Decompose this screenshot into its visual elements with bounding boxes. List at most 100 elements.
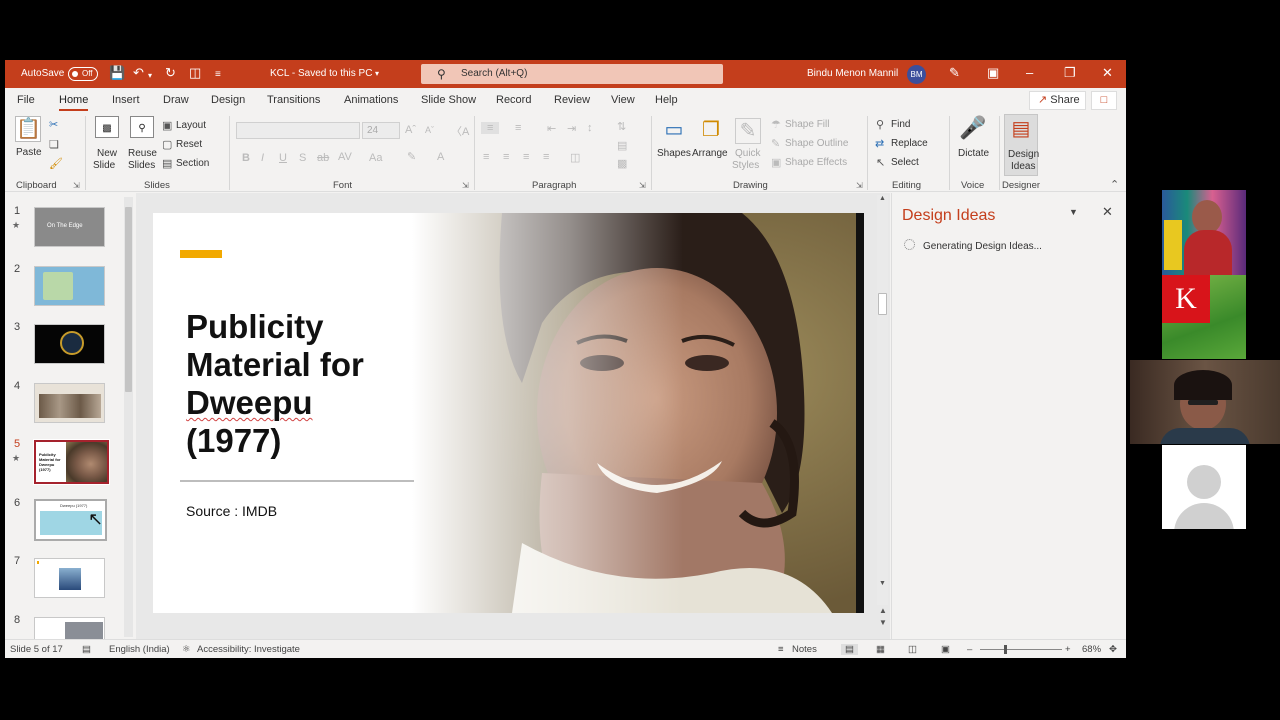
tab-view[interactable]: View	[611, 94, 635, 106]
shape-effects-icon[interactable]: ▣	[771, 156, 781, 169]
shapes-icon[interactable]: ▭	[661, 118, 687, 144]
comments-icon[interactable]: □	[1091, 91, 1117, 110]
collapse-ribbon-icon[interactable]: ⌃	[1110, 178, 1119, 191]
align-left-icon[interactable]: ≡	[483, 151, 489, 163]
quick-styles-label-2[interactable]: Styles	[732, 160, 759, 171]
reading-view-icon[interactable]: ◫	[908, 644, 917, 655]
section-button[interactable]: Section	[176, 158, 209, 169]
shape-effects-button[interactable]: Shape Effects	[785, 157, 847, 168]
columns-icon[interactable]: ◫	[570, 151, 580, 164]
microphone-icon[interactable]: 🎤	[959, 116, 986, 144]
thumb-slide-3[interactable]	[34, 324, 105, 364]
pane-close-icon[interactable]: ✕	[1102, 204, 1113, 220]
accessibility-status[interactable]: Accessibility: Investigate	[197, 644, 300, 655]
cut-icon[interactable]: ✂	[49, 118, 58, 131]
shadow-icon[interactable]: S	[299, 152, 306, 164]
bullets-icon[interactable]: ≡	[481, 122, 500, 134]
dictate-label[interactable]: Dictate	[958, 148, 989, 159]
save-icon[interactable]: 💾	[109, 66, 125, 80]
numbering-icon[interactable]: ≡	[515, 122, 521, 134]
design-ideas-button[interactable]: ▤ Design Ideas	[1004, 114, 1039, 176]
undo-dropdown-icon[interactable]: ▾	[148, 69, 152, 83]
copy-icon[interactable]: ❏	[49, 138, 59, 151]
zoom-slider[interactable]	[980, 649, 1062, 650]
highlight-icon[interactable]: ✎	[407, 150, 416, 163]
font-name-combo[interactable]	[236, 122, 360, 139]
text-direction-icon[interactable]: ⇅	[617, 120, 626, 133]
spelling-icon[interactable]: ▤	[82, 644, 91, 655]
tab-design[interactable]: Design	[211, 94, 245, 106]
thumb-slide-4[interactable]	[34, 383, 105, 423]
share-button[interactable]: ↗ Share	[1029, 91, 1086, 110]
section-icon[interactable]: ▤	[162, 157, 172, 170]
notes-button[interactable]: Notes	[792, 644, 817, 655]
search-box[interactable]: ⚲ Search (Alt+Q)	[421, 64, 723, 84]
tab-home[interactable]: Home	[59, 94, 89, 111]
justify-icon[interactable]: ≡	[543, 151, 549, 163]
user-avatar[interactable]: BM	[907, 65, 926, 84]
decrease-font-icon[interactable]: Aˇ	[425, 125, 434, 135]
underline-icon[interactable]: U	[279, 152, 287, 164]
pen-icon[interactable]: ✎	[949, 66, 960, 80]
zoom-out-icon[interactable]: –	[967, 644, 972, 655]
thumb-slide-8[interactable]	[34, 617, 105, 639]
next-slide-icon[interactable]: ▼	[879, 618, 887, 627]
font-launcher-icon[interactable]: ⇲	[462, 181, 469, 190]
clear-formatting-icon[interactable]: 〈A	[451, 123, 469, 139]
italic-icon[interactable]: I	[261, 152, 264, 164]
thumb-slide-2[interactable]	[34, 266, 105, 306]
shape-outline-icon[interactable]: ✎	[771, 137, 780, 150]
zoom-level[interactable]: 68%	[1082, 644, 1101, 655]
bold-icon[interactable]: B	[242, 152, 250, 164]
char-spacing-icon[interactable]: AV	[338, 151, 352, 163]
fit-to-window-icon[interactable]: ✥	[1109, 644, 1117, 655]
align-text-icon[interactable]: ▤	[617, 139, 627, 152]
align-right-icon[interactable]: ≡	[523, 151, 529, 163]
user-name[interactable]: Bindu Menon Mannil	[807, 68, 898, 79]
redo-icon[interactable]: ↻	[165, 66, 176, 80]
find-button[interactable]: Find	[891, 119, 910, 130]
change-case-icon[interactable]: Aa	[369, 152, 382, 164]
new-slide-label-2[interactable]: Slide	[93, 160, 115, 171]
format-painter-icon[interactable]: 🖌	[49, 157, 63, 170]
shape-outline-button[interactable]: Shape Outline	[785, 138, 848, 149]
accessibility-icon[interactable]: ⚛	[182, 644, 191, 655]
restore-icon[interactable]: ❐	[1064, 66, 1076, 80]
tab-file[interactable]: File	[17, 94, 35, 106]
slideshow-view-icon[interactable]: ▣	[941, 644, 950, 655]
slide-scroll-thumb[interactable]	[878, 293, 887, 315]
slide-photo[interactable]	[412, 213, 864, 613]
thumb-slide-1[interactable]: On The Edge	[34, 207, 105, 247]
new-slide-icon[interactable]: ▩	[95, 116, 119, 138]
clipboard-launcher-icon[interactable]: ⇲	[73, 181, 80, 190]
previous-slide-icon[interactable]: ▲	[879, 606, 887, 615]
ribbon-display-icon[interactable]: ▣	[987, 66, 999, 80]
select-button[interactable]: Select	[891, 157, 919, 168]
tab-animations[interactable]: Animations	[344, 94, 398, 106]
reset-button[interactable]: Reset	[176, 139, 202, 150]
layout-button[interactable]: Layout	[176, 120, 206, 131]
present-icon[interactable]: ◫	[189, 66, 201, 80]
tab-review[interactable]: Review	[554, 94, 590, 106]
document-title[interactable]: KCL - Saved to this PC	[270, 68, 372, 79]
increase-font-icon[interactable]: Aˆ	[405, 124, 416, 136]
replace-icon[interactable]: ⇄	[875, 137, 884, 150]
slide-sorter-icon[interactable]: ▦	[876, 644, 885, 655]
undo-icon[interactable]: ↶	[133, 66, 144, 80]
language-status[interactable]: English (India)	[109, 644, 170, 655]
zoom-slider-thumb[interactable]	[1004, 645, 1007, 654]
thumb-slide-5[interactable]: Publicity Material for Dweepu (1977)	[33, 439, 110, 485]
notes-icon[interactable]: ≡	[778, 644, 784, 655]
new-slide-label-1[interactable]: New	[97, 148, 117, 159]
paste-label[interactable]: Paste	[16, 147, 42, 158]
quick-styles-label-1[interactable]: Quick	[735, 148, 761, 159]
reset-icon[interactable]: ▢	[162, 138, 172, 151]
tab-help[interactable]: Help	[655, 94, 678, 106]
arrange-label[interactable]: Arrange	[692, 148, 728, 159]
strikethrough-icon[interactable]: ab	[317, 152, 329, 164]
thumbnails-scroll-thumb[interactable]	[125, 207, 132, 392]
paste-icon[interactable]: 📋	[15, 116, 41, 142]
replace-button[interactable]: Replace	[891, 138, 928, 149]
normal-view-icon[interactable]: ▤	[841, 644, 858, 655]
title-dropdown-icon[interactable]: ▾	[375, 69, 379, 78]
